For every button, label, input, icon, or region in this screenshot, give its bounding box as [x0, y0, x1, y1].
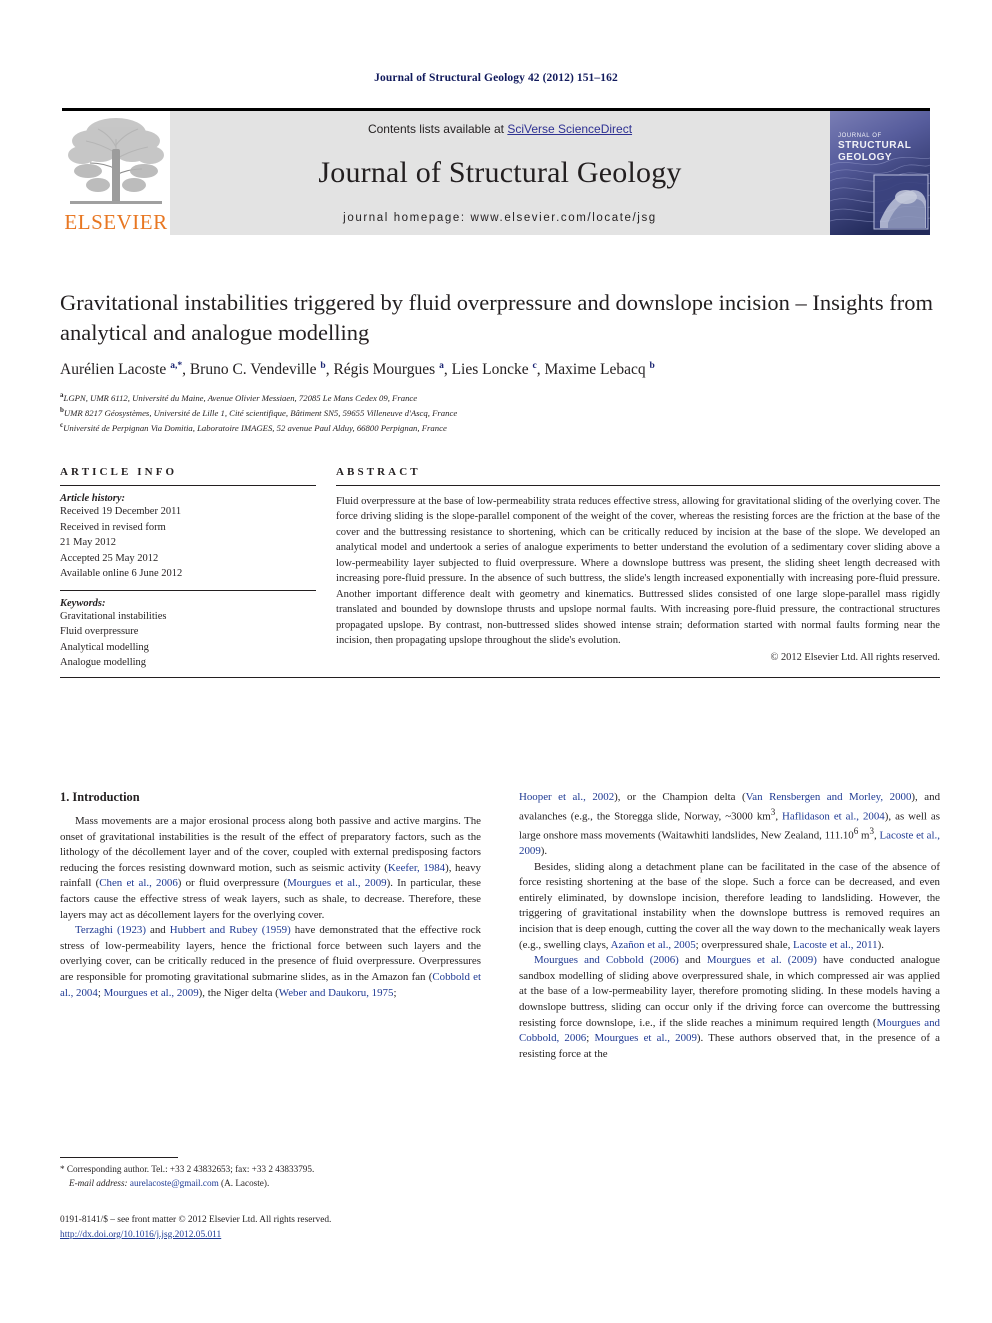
- affiliation-c: cUniversité de Perpignan Via Domitia, La…: [60, 420, 940, 435]
- imprint-block: 0191-8141/$ – see front matter © 2012 El…: [60, 1213, 500, 1242]
- history-line: Received 19 December 2011: [60, 506, 182, 517]
- intro-paragraph: Mass movements are a major erosional pro…: [60, 815, 482, 921]
- email-label: E-mail address:: [69, 1177, 128, 1188]
- doi-link[interactable]: http://dx.doi.org/10.1016/j.jsg.2012.05.…: [60, 1230, 221, 1240]
- affiliation-a-text: LGPN, UMR 6112, Université du Maine, Ave…: [63, 392, 418, 403]
- elsevier-wordmark: ELSEVIER: [64, 210, 168, 234]
- intro-paragraph: Besides, sliding along a detachment plan…: [519, 860, 940, 951]
- affiliation-b: bUMR 8217 Géosystèmes, Université de Lil…: [60, 405, 940, 420]
- keyword-item: Fluid overpressure: [60, 626, 139, 638]
- affiliation-list: aLGPN, UMR 6112, Université du Maine, Av…: [60, 390, 940, 435]
- affiliation-b-text: UMR 8217 Géosystèmes, Université de Lill…: [63, 407, 458, 418]
- keywords-rule: [60, 589, 316, 591]
- journal-homepage-line: journal homepage: www.elsevier.com/locat…: [343, 212, 657, 224]
- intro-paragraph: Terzaghi (1923) and Hubbert and Rubey (1…: [60, 924, 481, 999]
- cover-title-line2: STRUCTURAL: [838, 140, 912, 152]
- panel-bottom-rule: [60, 676, 940, 678]
- journal-title: Journal of Structural Geology: [318, 156, 682, 189]
- title-block: Gravitational instabilities triggered by…: [60, 288, 940, 435]
- article-first-page: Journal of Structural Geology 42 (2012) …: [0, 0, 992, 1323]
- author-list: Aurélien Lacoste a,*, Bruno C. Vendevill…: [60, 361, 655, 379]
- abstract-copyright: © 2012 Elsevier Ltd. All rights reserved…: [770, 651, 941, 663]
- journal-masthead: ELSEVIER Contents lists available at Sci…: [62, 108, 930, 235]
- email-link[interactable]: aurelacoste@gmail.com: [130, 1178, 219, 1188]
- email-owner: (A. Lacoste).: [221, 1177, 270, 1188]
- contents-prefix: Contents lists available at: [367, 122, 508, 136]
- corresponding-author-note: * Corresponding author. Tel.: +33 2 4383…: [60, 1163, 481, 1191]
- page-title: Gravitational instabilities triggered by…: [60, 290, 933, 346]
- elsevier-tree-icon: [68, 118, 164, 204]
- abstract-rule: [336, 485, 940, 486]
- footnote-rule: [60, 1157, 178, 1158]
- affiliation-a: aLGPN, UMR 6112, Université du Maine, Av…: [60, 390, 940, 405]
- body-column-left: 1. Introduction Mass movements are a maj…: [60, 790, 481, 1062]
- abstract-text: Fluid overpressure at the base of low-pe…: [336, 496, 940, 647]
- cover-title: JOURNAL OF STRUCTURAL GEOLOGY: [838, 133, 924, 164]
- section-heading-introduction: 1. Introduction: [60, 790, 140, 804]
- info-abstract-panel: ARTICLE INFO Article history: Received 1…: [60, 466, 940, 678]
- affiliation-c-text: Université de Perpignan Via Domitia, Lab…: [63, 422, 447, 433]
- masthead-center: Contents lists available at SciVerse Sci…: [170, 111, 830, 235]
- homepage-url[interactable]: www.elsevier.com/locate/jsg: [470, 212, 656, 224]
- footnote-area: * Corresponding author. Tel.: +33 2 4383…: [60, 1157, 481, 1191]
- corresponding-author-text: * Corresponding author. Tel.: +33 2 4383…: [60, 1164, 315, 1174]
- article-history-label: Article history:: [60, 493, 126, 504]
- keyword-item: Analytical modelling: [60, 641, 149, 653]
- body-columns: 1. Introduction Mass movements are a maj…: [60, 790, 940, 1062]
- sciencedirect-link[interactable]: SciVerse ScienceDirect: [507, 122, 632, 136]
- intro-paragraph: Hooper et al., 2002), or the Champion de…: [519, 791, 941, 858]
- cover-title-line3: GEOLOGY: [838, 151, 893, 163]
- article-info-rule: [60, 485, 316, 486]
- history-line: Accepted 25 May 2012: [60, 552, 159, 564]
- contents-available-line: Contents lists available at SciVerse Sci…: [368, 122, 632, 136]
- article-info-heading: ARTICLE INFO: [60, 466, 178, 478]
- issn-front-matter-line: 0191-8141/$ – see front matter © 2012 El…: [60, 1215, 332, 1225]
- keyword-item: Gravitational instabilities: [60, 610, 167, 622]
- abstract-column: ABSTRACT Fluid overpressure at the base …: [336, 466, 940, 671]
- body-column-right: Hooper et al., 2002), or the Champion de…: [519, 790, 940, 1062]
- abstract-heading: ABSTRACT: [336, 466, 421, 478]
- history-line: 21 May 2012: [60, 537, 116, 549]
- homepage-prefix: journal homepage:: [343, 212, 471, 224]
- cover-title-line1: JOURNAL OF: [838, 133, 882, 139]
- history-line: Received in revised form: [60, 521, 166, 533]
- keywords-group: Keywords: Gravitational instabilities Fl…: [60, 598, 316, 671]
- article-info-column: ARTICLE INFO Article history: Received 1…: [60, 466, 336, 671]
- running-head: Journal of Structural Geology 42 (2012) …: [374, 72, 618, 84]
- cover-artwork: [830, 111, 930, 235]
- journal-cover-thumbnail[interactable]: JOURNAL OF STRUCTURAL GEOLOGY: [830, 111, 930, 235]
- history-line: Available online 6 June 2012: [60, 568, 183, 580]
- keyword-item: Analogue modelling: [60, 657, 147, 669]
- article-history-group: Article history: Received 19 December 20…: [60, 493, 316, 582]
- elsevier-logo: ELSEVIER: [62, 111, 170, 235]
- keywords-label: Keywords:: [60, 597, 106, 609]
- intro-paragraph: Mourgues and Cobbold (2006) and Mourgues…: [519, 954, 940, 1060]
